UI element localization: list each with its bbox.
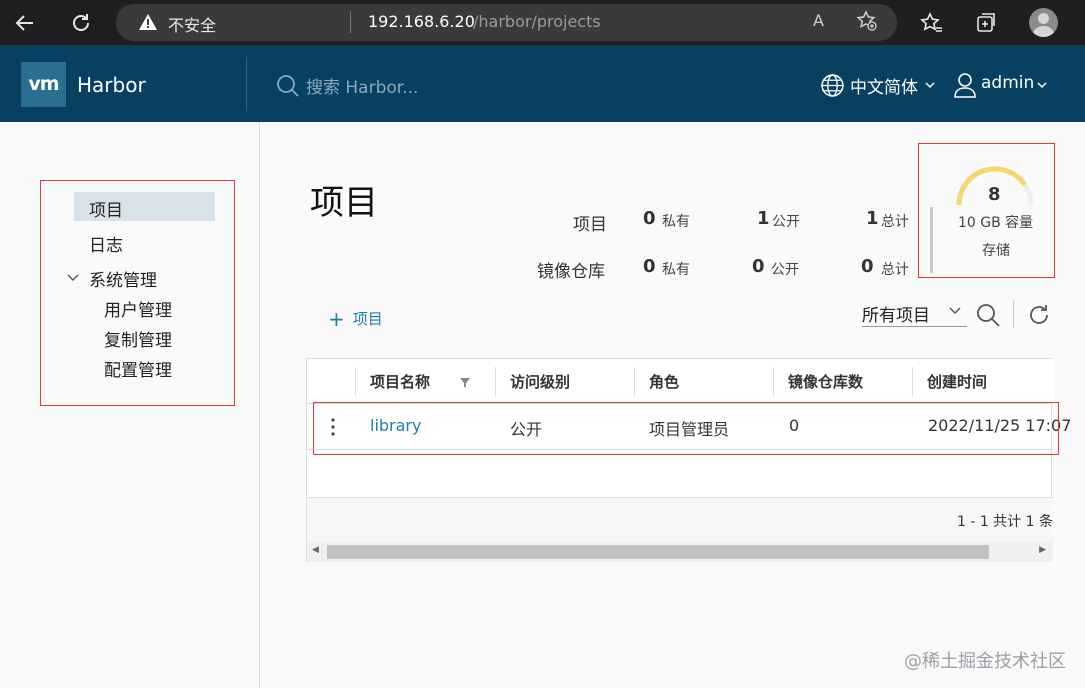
address-bar[interactable]: 不安全 192.168.6.20 /harbor/projects A [116, 4, 897, 41]
language-label: 中文简体 [850, 78, 918, 98]
toolbar-divider [1013, 300, 1014, 328]
back-icon[interactable] [10, 8, 40, 38]
chevron-down-icon [925, 82, 935, 89]
annotation-box-sidebar [40, 180, 235, 406]
stat-projects-private: 0 [643, 208, 656, 229]
column-divider [912, 367, 913, 396]
column-divider [495, 367, 496, 396]
chevron-down-icon [949, 307, 961, 314]
column-header-repo-count[interactable]: 镜像仓库数 [788, 371, 863, 392]
chevron-down-icon [1037, 82, 1047, 89]
url-host: 192.168.6.20 [368, 12, 475, 31]
scrollbar-thumb[interactable] [327, 545, 989, 559]
horizontal-scrollbar[interactable]: ◀ ▶ [307, 542, 1053, 562]
address-separator [350, 11, 351, 33]
profile-avatar[interactable] [1029, 8, 1058, 37]
warning-icon [139, 14, 157, 30]
stat-repos-private: 0 [643, 256, 656, 277]
stat-public-label: 公开 [772, 214, 800, 230]
favorites-icon[interactable] [919, 11, 943, 35]
read-aloud-icon[interactable]: A [813, 11, 824, 30]
search-icon[interactable] [975, 302, 1001, 328]
user-name: admin [981, 73, 1035, 93]
stat-repos-total: 0 [861, 256, 874, 277]
plus-icon: + [328, 307, 345, 331]
new-project-button[interactable]: + 项目 [328, 307, 383, 331]
filter-icon[interactable] [460, 377, 470, 387]
stat-private-label: 私有 [662, 262, 690, 278]
header-divider [246, 57, 247, 111]
url-path: /harbor/projects [473, 12, 601, 31]
column-header-created[interactable]: 创建时间 [927, 371, 987, 392]
reload-icon[interactable] [66, 8, 96, 38]
annotation-box-row [313, 402, 1059, 455]
stat-repos-public: 0 [752, 256, 765, 277]
column-header-role[interactable]: 角色 [649, 371, 679, 392]
stat-total-label: 总计 [881, 262, 909, 278]
column-divider [634, 367, 635, 396]
column-header-name[interactable]: 项目名称 [370, 371, 430, 392]
table-footer: 1 - 1 共计 1 条 [307, 497, 1053, 542]
table-header: 项目名称 访问级别 角色 镜像仓库数 创建时间 [307, 359, 1053, 404]
security-label: 不安全 [168, 16, 217, 35]
app-header [0, 45, 1085, 122]
avatar-head [1038, 13, 1049, 24]
stat-public-label: 公开 [771, 262, 799, 278]
new-project-label: 项目 [352, 310, 383, 328]
column-header-access[interactable]: 访问级别 [510, 371, 570, 392]
user-icon [954, 73, 976, 98]
project-filter-select[interactable]: 所有项目 [862, 301, 967, 327]
search-icon [277, 75, 299, 97]
globe-icon [821, 74, 844, 97]
refresh-icon[interactable] [1026, 302, 1052, 328]
browser-toolbar: 不安全 192.168.6.20 /harbor/projects A [0, 0, 1085, 45]
stat-projects-public: 1 [757, 208, 770, 229]
global-search[interactable]: 搜索 Harbor... [276, 72, 436, 98]
scroll-left-icon[interactable]: ◀ [312, 545, 319, 555]
annotation-box-quota [918, 143, 1055, 278]
column-divider [355, 367, 356, 396]
stat-registries-label: 镜像仓库 [537, 262, 605, 282]
scroll-right-icon[interactable]: ▶ [1039, 545, 1046, 555]
search-placeholder: 搜索 Harbor... [306, 78, 419, 98]
add-favorite-icon[interactable] [856, 10, 878, 32]
stat-projects-label: 项目 [573, 215, 607, 235]
stat-private-label: 私有 [662, 214, 690, 230]
watermark: @稀土掘金技术社区 [904, 651, 1066, 672]
pagination-summary: 1 - 1 共计 1 条 [956, 514, 1053, 530]
collections-icon[interactable] [974, 11, 998, 35]
avatar-body [1033, 26, 1054, 37]
app-name[interactable]: Harbor [77, 73, 146, 97]
page-title: 项目 [310, 183, 378, 223]
column-divider [773, 367, 774, 396]
stat-projects-total: 1 [866, 208, 879, 229]
filter-value: 所有项目 [862, 306, 930, 326]
vmware-logo[interactable]: vm [21, 62, 66, 107]
stat-total-label: 总计 [881, 214, 909, 230]
projects-table: 项目名称 访问级别 角色 镜像仓库数 创建时间 library 公开 项目管理员… [306, 358, 1071, 562]
